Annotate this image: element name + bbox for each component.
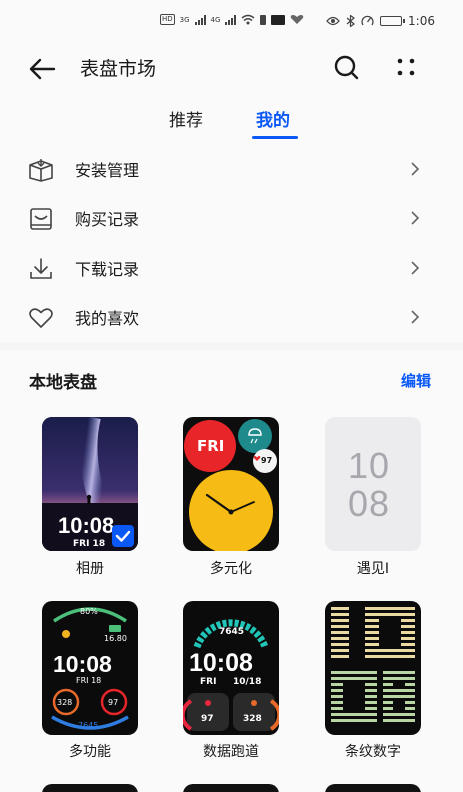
menu-label: 我的喜欢 — [75, 309, 140, 328]
watch-face-striped-digits[interactable] — [325, 601, 421, 735]
watch-face-album[interactable]: 10:08 FRI 18 — [42, 417, 138, 551]
face-side-value: 16.80 — [104, 634, 127, 643]
tab-recommend[interactable]: 推荐 — [169, 106, 203, 131]
wifi-icon — [241, 14, 255, 25]
more-button[interactable] — [390, 51, 424, 85]
net-type-1: 3G — [179, 15, 190, 24]
menu-label: 下载记录 — [75, 260, 140, 279]
chevron-right-icon — [411, 310, 420, 324]
menu-label: 购买记录 — [75, 210, 140, 229]
face-date: FRI 18 — [73, 539, 106, 549]
tab-active-indicator — [252, 136, 298, 139]
hd-icon: HD — [160, 14, 175, 25]
status-right-icons: 1:06 — [326, 14, 435, 28]
face-hour: 10 — [348, 445, 391, 486]
status-time: 1:06 — [408, 14, 435, 28]
watch-face-multifunction[interactable]: 80% 16.80 10:08 FRI 18 328 97 7645 — [42, 601, 138, 735]
face-left-value: 97 — [201, 714, 214, 724]
search-icon — [334, 55, 359, 80]
chevron-right-icon — [411, 162, 420, 176]
selected-check-icon — [112, 525, 134, 547]
face-name: 遇见I — [356, 561, 390, 577]
menu-label: 安装管理 — [75, 161, 140, 180]
face-steps: 7645 — [219, 627, 245, 637]
back-button[interactable] — [26, 52, 60, 86]
my-menu-list: 安装管理 购买记录 下载记录 我的喜欢 — [0, 144, 463, 342]
face-day: FRI — [197, 437, 225, 455]
sim-icon — [260, 14, 267, 25]
face-day: FRI — [200, 677, 217, 687]
tab-bar: 推荐 我的 — [0, 94, 463, 144]
face-right-value: 97 — [108, 698, 119, 707]
battery-icon — [380, 16, 406, 26]
signal-icon — [194, 14, 206, 25]
face-heart-rate: 97 — [261, 456, 273, 465]
face-time: 10:08 — [189, 649, 253, 677]
face-time: 10:08 — [58, 513, 115, 538]
watch-face-peek-1[interactable] — [42, 784, 138, 792]
menu-item-download-records[interactable]: 下载记录 — [0, 243, 463, 293]
page-title: 表盘市场 — [80, 58, 157, 80]
face-time: 10:08 — [53, 651, 112, 677]
face-name: 条纹数字 — [345, 744, 401, 760]
tab-mine[interactable]: 我的 — [256, 106, 290, 131]
purchase-icon — [30, 208, 52, 230]
edit-button[interactable]: 编辑 — [401, 370, 431, 391]
download-icon — [30, 258, 52, 279]
face-name: 相册 — [76, 561, 104, 577]
face-date: 10/18 — [233, 677, 262, 687]
watch-face-diversified[interactable]: FRI 97 — [183, 417, 279, 551]
local-faces-section: 本地表盘 编辑 10:08 FRI 18 相册 FRI 97 多元化 10 08… — [0, 350, 463, 792]
menu-item-purchase-records[interactable]: 购买记录 — [0, 193, 463, 243]
back-arrow-icon — [29, 58, 56, 80]
section-title: 本地表盘 — [29, 373, 97, 393]
watch-face-meet[interactable]: 10 08 — [325, 417, 421, 551]
chevron-right-icon — [411, 211, 420, 225]
app-notify-icon — [271, 14, 286, 25]
face-name: 多元化 — [210, 561, 252, 577]
face-bottom-value: 7645 — [78, 721, 99, 730]
menu-item-my-favorites[interactable]: 我的喜欢 — [0, 292, 463, 342]
watch-face-peek-3[interactable] — [325, 784, 421, 792]
face-name: 数据跑道 — [203, 744, 259, 760]
watch-face-data-track[interactable]: 7645 10:08 FRI 10/18 97 328 — [183, 601, 279, 735]
net-type-2: 4G — [210, 15, 221, 24]
search-button[interactable] — [330, 51, 364, 85]
striped-digits-face-art — [331, 607, 415, 722]
face-left-value: 328 — [57, 698, 73, 707]
more-dots-icon — [397, 58, 415, 76]
health-notify-icon — [291, 15, 304, 24]
face-date: FRI 18 — [76, 676, 102, 685]
face-minute: 08 — [348, 483, 391, 524]
heart-icon — [29, 308, 53, 328]
signal-4g-icon — [225, 14, 237, 25]
face-name: 多功能 — [69, 744, 111, 760]
eye-icon — [326, 16, 340, 26]
status-left-icons: HD 3G 4G — [160, 14, 304, 25]
watch-face-peek-2[interactable] — [183, 784, 279, 792]
face-right-value: 328 — [243, 714, 262, 724]
install-box-icon — [29, 159, 53, 182]
bluetooth-icon — [346, 15, 356, 27]
app-bar: 表盘市场 — [0, 44, 463, 94]
speed-icon — [361, 15, 374, 26]
status-bar: HD 3G 4G 1:06 — [0, 0, 463, 44]
face-battery: 80% — [80, 607, 98, 616]
menu-item-install-management[interactable]: 安装管理 — [0, 144, 463, 194]
chevron-right-icon — [411, 261, 420, 275]
